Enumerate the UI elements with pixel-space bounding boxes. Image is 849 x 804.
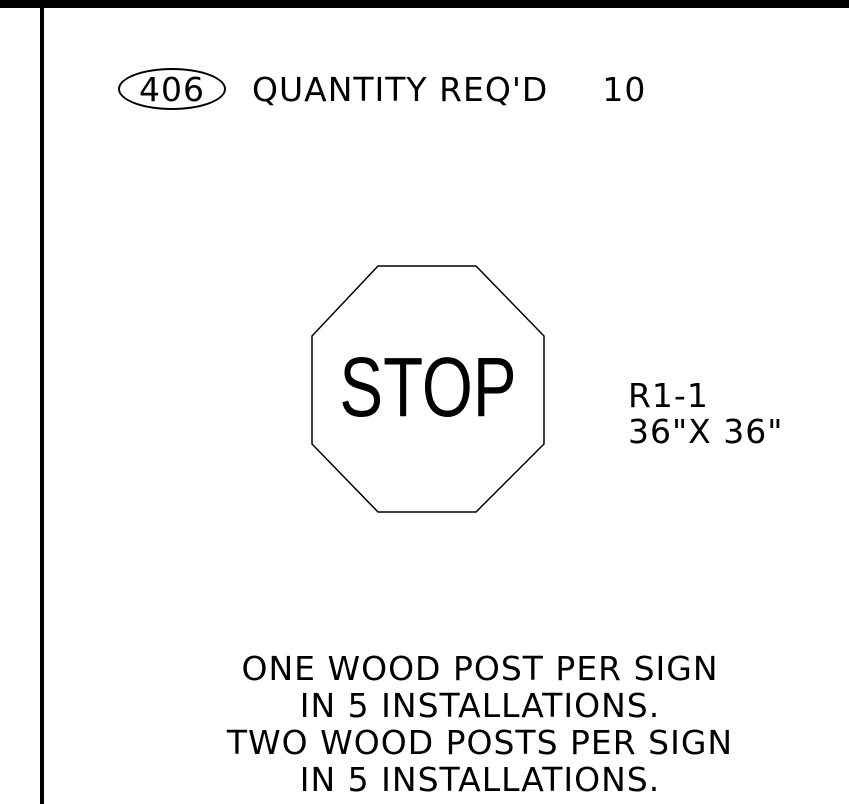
sign-legend: STOP	[339, 340, 516, 434]
installation-notes: ONE WOOD POST PER SIGN IN 5 INSTALLATION…	[160, 650, 800, 798]
note-line: IN 5 INSTALLATIONS.	[299, 686, 661, 725]
sign-code: R1-1	[628, 376, 709, 415]
sheet-top-border	[0, 0, 849, 8]
sign-designation: R1-1 36"X 36"	[628, 378, 783, 450]
sheet-left-border	[40, 0, 44, 804]
sign-size: 36"X 36"	[628, 412, 784, 451]
quantity-label: QUANTITY REQ'D	[252, 69, 549, 109]
note-line: IN 5 INSTALLATIONS.	[299, 760, 661, 799]
item-number: 406	[139, 69, 205, 109]
item-number-oval: 406	[118, 68, 226, 110]
quantity-value: 10	[602, 69, 647, 109]
note-line: ONE WOOD POST PER SIGN	[241, 649, 719, 688]
stop-sign-octagon: STOP	[311, 265, 545, 513]
note-line: TWO WOOD POSTS PER SIGN	[226, 723, 734, 762]
quantity-header: 406 QUANTITY REQ'D 10	[118, 66, 646, 112]
